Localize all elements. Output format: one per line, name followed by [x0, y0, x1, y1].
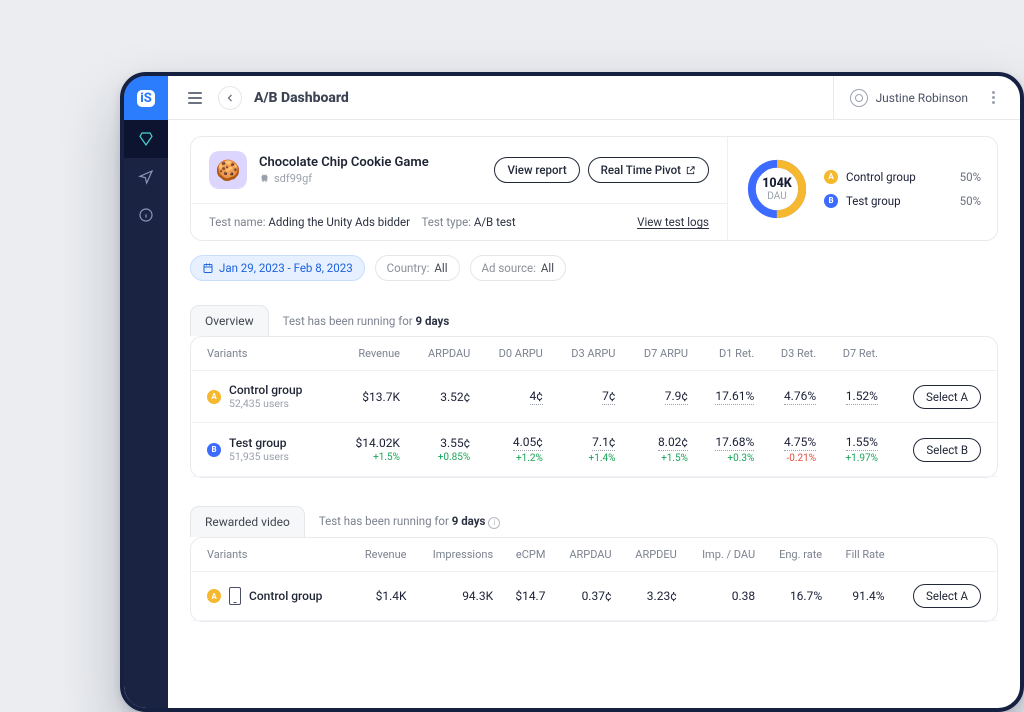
sidebar: iS	[124, 76, 168, 708]
dau-label: DAU	[767, 191, 786, 202]
dot-b-icon: B	[824, 194, 838, 208]
select-button[interactable]: Select B	[913, 438, 981, 462]
app-window: iS A/B Dashboard Justine Robinson	[120, 72, 1024, 712]
menu-button[interactable]	[184, 87, 206, 109]
tab-rewarded[interactable]: Rewarded video	[190, 506, 305, 537]
real-time-pivot-button[interactable]: Real Time Pivot	[588, 157, 709, 183]
view-test-logs-link[interactable]: View test logs	[637, 215, 709, 229]
dau-value: 104K	[762, 176, 792, 191]
info-icon[interactable]: i	[488, 517, 500, 529]
table-row: AControl group52,435 users$13.7K3.52¢4¢7…	[191, 371, 997, 423]
rewarded-section: Rewarded video Test has been running for…	[190, 496, 998, 622]
dot-a-icon: A	[824, 170, 838, 184]
app-id: sdf99gf	[274, 172, 312, 185]
kebab-icon	[992, 91, 995, 104]
app-icon: 🍪	[209, 151, 247, 189]
main: A/B Dashboard Justine Robinson 🍪 Chocola…	[168, 76, 1020, 708]
view-report-button[interactable]: View report	[494, 157, 579, 183]
legend: A Control group 50% B Test group 50%	[824, 165, 981, 213]
device-icon	[229, 587, 241, 605]
variant-dot-icon: B	[207, 443, 221, 457]
test-name: Adding the Unity Ads bidder	[268, 215, 410, 229]
back-button[interactable]	[218, 86, 242, 110]
page-title: A/B Dashboard	[254, 90, 349, 106]
external-link-icon	[685, 165, 696, 176]
user-name: Justine Robinson	[876, 91, 968, 105]
rewarded-running: Test has been running for 9 days i	[319, 514, 500, 529]
test-name-label: Test name:	[209, 215, 266, 229]
tab-overview[interactable]: Overview	[190, 305, 269, 336]
sidebar-item-send[interactable]	[124, 158, 168, 196]
table-row: AControl group$1.4K94.3K$14.70.37¢3.23¢0…	[191, 572, 997, 621]
select-button[interactable]: Select A	[913, 584, 981, 608]
legend-b: B Test group 50%	[824, 189, 981, 213]
android-icon	[259, 173, 270, 184]
filters: Jan 29, 2023 - Feb 8, 2023 Country: All …	[190, 255, 998, 281]
avatar-icon	[850, 89, 868, 107]
info-icon	[138, 207, 154, 223]
user-menu[interactable]: Justine Robinson	[850, 89, 968, 107]
test-type: A/B test	[474, 215, 516, 229]
table-row: BTest group51,935 users$14.02K+1.5%3.55¢…	[191, 423, 997, 477]
overview-running: Test has been running for 9 days	[283, 314, 450, 328]
test-type-label: Test type:	[421, 215, 471, 229]
content: 🍪 Chocolate Chip Cookie Game sdf99gf Vie…	[168, 120, 1020, 708]
select-button[interactable]: Select A	[913, 385, 981, 409]
dau-donut: 104K DAU	[744, 156, 810, 222]
brand-logo[interactable]: iS	[124, 76, 168, 120]
sidebar-item-info[interactable]	[124, 196, 168, 234]
arrow-left-icon	[224, 92, 236, 104]
send-icon	[138, 169, 154, 185]
app-name: Chocolate Chip Cookie Game	[259, 155, 429, 170]
overview-table: VariantsRevenueARPDAUD0 ARPUD3 ARPUD7 AR…	[191, 337, 997, 477]
topbar: A/B Dashboard Justine Robinson	[168, 76, 1020, 120]
legend-a: A Control group 50%	[824, 165, 981, 189]
sidebar-item-diamond[interactable]	[124, 120, 168, 158]
hamburger-icon	[188, 92, 202, 104]
rewarded-table: VariantsRevenueImpressionseCPMARPDAUARPD…	[191, 538, 997, 621]
diamond-icon	[138, 131, 154, 147]
summary-card: 🍪 Chocolate Chip Cookie Game sdf99gf Vie…	[190, 136, 998, 241]
variant-dot-icon: A	[207, 390, 221, 404]
country-filter[interactable]: Country: All	[375, 255, 460, 281]
date-filter[interactable]: Jan 29, 2023 - Feb 8, 2023	[190, 255, 365, 281]
variant-dot-icon: A	[207, 589, 221, 603]
source-filter[interactable]: Ad source: All	[470, 255, 566, 281]
more-button[interactable]	[982, 87, 1004, 109]
overview-section: Overview Test has been running for 9 day…	[190, 295, 998, 478]
calendar-icon	[202, 262, 214, 274]
